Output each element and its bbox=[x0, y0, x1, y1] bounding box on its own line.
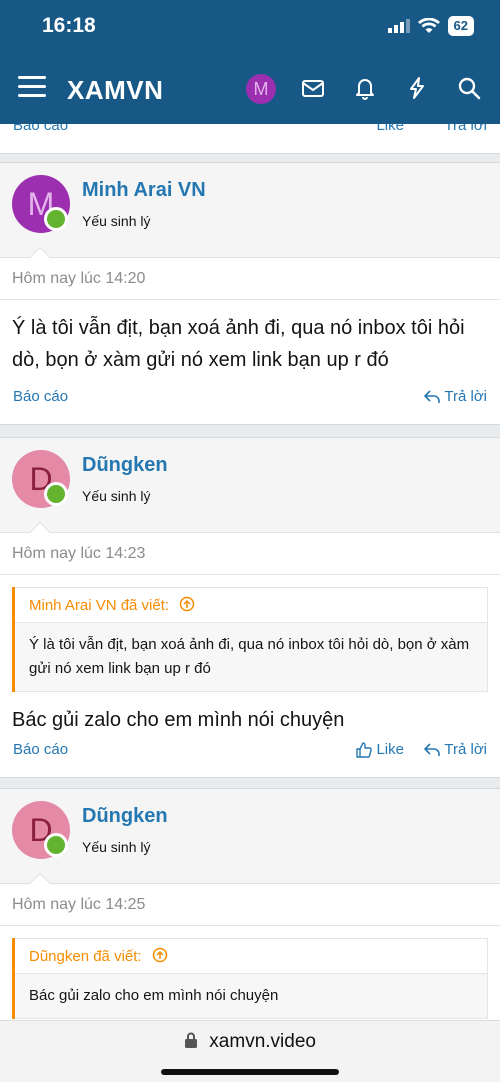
online-status-icon bbox=[44, 833, 68, 857]
quote-author: Minh Arai VN đã viết: bbox=[29, 597, 170, 614]
post: D Dũngken Yếu sinh lý Hôm nay lúc 14:23 … bbox=[0, 437, 500, 778]
quote-block: Dũngken đã viết: Bác gủi zalo cho em mìn… bbox=[12, 938, 488, 1019]
reply-label: Trả lời bbox=[444, 741, 487, 758]
post-user-block: D Dũngken Yếu sinh lý bbox=[0, 438, 500, 545]
post-footer: Báo cáo Like Trả lời bbox=[0, 727, 500, 777]
reply-icon bbox=[424, 742, 441, 756]
mail-icon[interactable] bbox=[300, 75, 326, 101]
home-indicator[interactable] bbox=[161, 1069, 339, 1075]
reply-button[interactable]: Trả lời bbox=[424, 741, 487, 758]
search-icon[interactable] bbox=[456, 75, 482, 101]
thread-content: Báo cáo Like Trả lời M Minh Arai VN Yếu … bbox=[0, 124, 500, 1020]
post: D Dũngken Yếu sinh lý Hôm nay lúc 14:25 … bbox=[0, 788, 500, 1020]
previous-post-footer: Báo cáo Like Trả lời bbox=[0, 124, 500, 154]
url-text: xamvn.video bbox=[209, 1031, 316, 1052]
quote-header[interactable]: Minh Arai VN đã viết: bbox=[15, 587, 488, 623]
status-time: 16:18 bbox=[42, 14, 96, 37]
bell-icon[interactable] bbox=[352, 75, 378, 101]
report-link[interactable]: Báo cáo bbox=[13, 741, 68, 758]
username[interactable]: Dũngken bbox=[82, 805, 168, 828]
top-nav: XAMVN M bbox=[0, 66, 500, 112]
lightning-icon[interactable] bbox=[404, 75, 430, 101]
user-avatar[interactable]: M bbox=[246, 74, 276, 104]
arrow-up-circle-icon[interactable] bbox=[179, 596, 195, 612]
browser-url-bar[interactable]: xamvn.video bbox=[0, 1020, 500, 1082]
quote-block: Minh Arai VN đã viết: Ý là tôi vẫn địt, … bbox=[12, 587, 488, 692]
like-button[interactable]: Like bbox=[356, 741, 404, 758]
app-header: 16:18 62 XAMVN M bbox=[0, 0, 500, 124]
like-label: Like bbox=[376, 741, 404, 758]
post-date[interactable]: Hôm nay lúc 14:20 bbox=[0, 258, 500, 300]
reply-link[interactable]: Trả lời bbox=[444, 124, 487, 134]
online-status-icon bbox=[44, 207, 68, 231]
post-date[interactable]: Hôm nay lúc 14:23 bbox=[0, 533, 500, 575]
report-link[interactable]: Báo cáo bbox=[13, 124, 68, 134]
quote-text: Ý là tôi vẫn địt, bạn xoá ảnh đi, qua nó… bbox=[15, 623, 488, 692]
post-user-block: M Minh Arai VN Yếu sinh lý bbox=[0, 163, 500, 270]
url-display[interactable]: xamvn.video bbox=[0, 1031, 500, 1053]
user-title: Yếu sinh lý bbox=[82, 488, 151, 504]
quote-author: Dũngken đã viết: bbox=[29, 948, 142, 965]
reply-button[interactable]: Trả lời bbox=[424, 388, 487, 405]
like-link[interactable]: Like bbox=[376, 124, 404, 134]
user-title: Yếu sinh lý bbox=[82, 839, 151, 855]
user-title: Yếu sinh lý bbox=[82, 213, 151, 229]
post-date[interactable]: Hôm nay lúc 14:25 bbox=[0, 884, 500, 926]
quote-header[interactable]: Dũngken đã viết: bbox=[15, 938, 488, 974]
status-icons: 62 bbox=[387, 16, 474, 36]
signal-icon bbox=[387, 19, 410, 33]
post-body: Ý là tôi vẫn địt, bạn xoá ảnh đi, qua nó… bbox=[12, 317, 465, 371]
site-logo[interactable]: XAMVN bbox=[67, 75, 163, 106]
menu-icon[interactable] bbox=[18, 76, 46, 100]
reply-icon bbox=[424, 389, 441, 403]
username[interactable]: Minh Arai VN bbox=[82, 179, 206, 202]
online-status-icon bbox=[44, 482, 68, 506]
arrow-up-circle-icon[interactable] bbox=[152, 947, 168, 963]
lock-icon bbox=[185, 1032, 198, 1048]
username[interactable]: Dũngken bbox=[82, 454, 168, 477]
wifi-icon bbox=[417, 18, 440, 33]
battery-indicator: 62 bbox=[447, 16, 474, 36]
report-link[interactable]: Báo cáo bbox=[13, 388, 68, 405]
quote-text: Bác gủi zalo cho em mình nói chuyện bbox=[15, 974, 488, 1019]
thumbs-up-icon bbox=[356, 741, 373, 758]
post: M Minh Arai VN Yếu sinh lý Hôm nay lúc 1… bbox=[0, 162, 500, 425]
post-footer: Báo cáo Trả lời bbox=[0, 374, 500, 424]
reply-label: Trả lời bbox=[444, 388, 487, 405]
post-user-block: D Dũngken Yếu sinh lý bbox=[0, 789, 500, 896]
